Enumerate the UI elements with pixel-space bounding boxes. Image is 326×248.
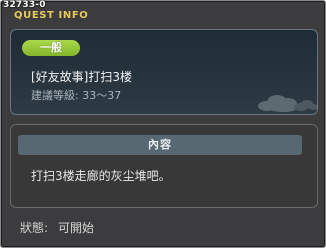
status-value: 可開始: [58, 221, 95, 235]
quest-category-badge: 一般: [22, 40, 80, 56]
content-text: 打扫3楼走廊的灰尘堆吧。: [31, 169, 171, 183]
quest-content-panel: 內容 打扫3楼走廊的灰尘堆吧。: [10, 124, 318, 208]
quest-recommended-level: 建議等級: 33〜37: [31, 89, 122, 102]
status-label: 狀態:: [20, 221, 49, 235]
content-header: 內容: [18, 135, 302, 155]
clouds-icon: [258, 95, 317, 112]
quest-status: 狀態: 可開始: [20, 220, 104, 236]
quest-info-window: 32733-0 QUEST INFO 一般 [好友故事]打扫3楼 建議等級: 3…: [0, 0, 326, 248]
window-title: QUEST INFO: [14, 10, 89, 21]
quest-header-panel: 一般 [好友故事]打扫3楼 建議等級: 33〜37: [10, 29, 318, 115]
quest-name: [好友故事]打扫3楼: [31, 70, 132, 84]
